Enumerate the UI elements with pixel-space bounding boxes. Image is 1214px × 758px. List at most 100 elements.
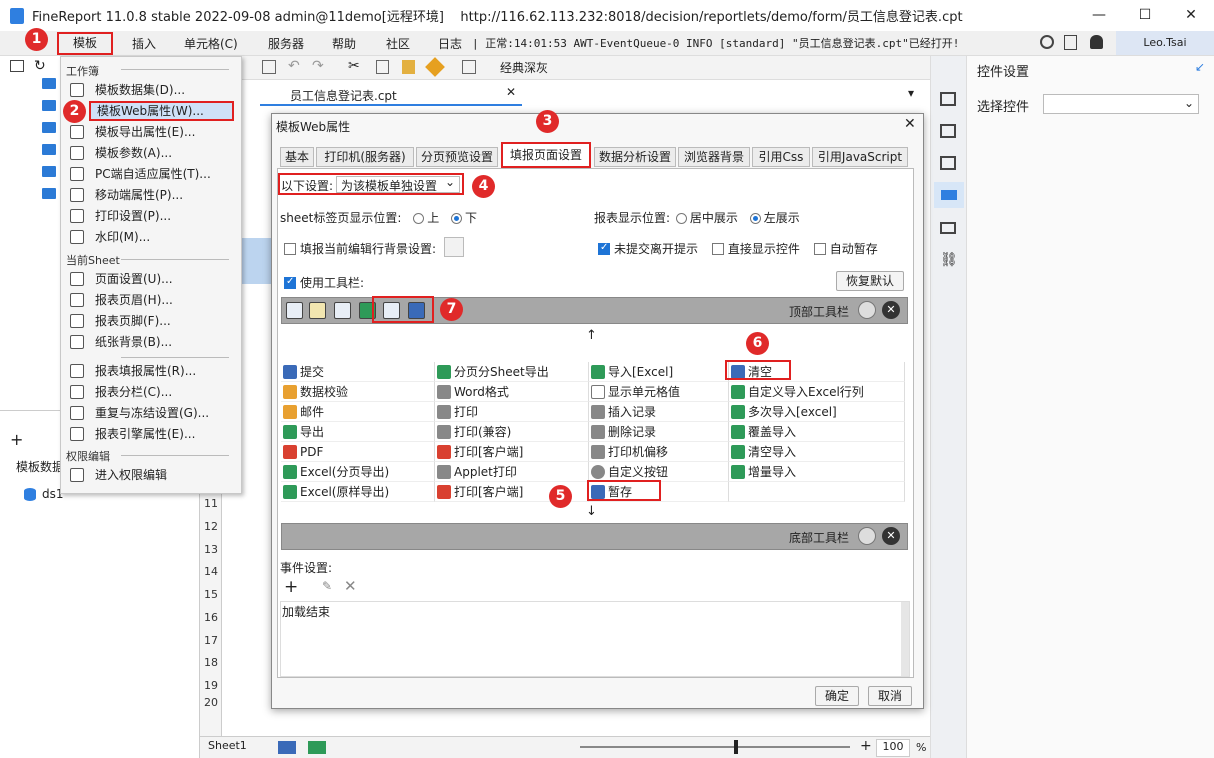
zoom-input[interactable]: 100 bbox=[876, 739, 910, 757]
menu-item-footer[interactable]: 报表页脚(F)... bbox=[65, 311, 235, 331]
option-printer-offset[interactable]: 打印机偏移 bbox=[589, 442, 729, 462]
radio-top[interactable] bbox=[413, 213, 425, 224]
show-widget-checkbox[interactable] bbox=[711, 243, 724, 255]
menu-item-mobile[interactable]: 移动端属性(P)... bbox=[65, 185, 235, 205]
menu-cell[interactable]: 单元格(C) bbox=[180, 34, 242, 54]
menu-item-dataset[interactable]: 模板数据集(D)... bbox=[65, 80, 235, 100]
tab-menu-icon[interactable]: ▾ bbox=[908, 86, 914, 100]
tab-paging[interactable]: 分页预览设置 bbox=[416, 147, 498, 167]
menu-item-permission[interactable]: 进入权限编辑 bbox=[65, 465, 235, 485]
cancel-button[interactable]: 取消 bbox=[868, 686, 912, 706]
menu-log[interactable]: 日志 bbox=[434, 34, 466, 54]
menu-item-header[interactable]: 报表页眉(H)... bbox=[65, 290, 235, 310]
copy-icon[interactable] bbox=[376, 60, 389, 74]
tab-css[interactable]: 引用Css bbox=[752, 147, 810, 167]
submit-icon[interactable] bbox=[286, 302, 303, 319]
tab-analysis[interactable]: 数据分析设置 bbox=[594, 147, 676, 167]
edit-event-icon[interactable]: ✎ bbox=[322, 579, 332, 593]
select-widget-dropdown[interactable]: ⌄ bbox=[1043, 94, 1199, 114]
option-clear-import[interactable]: 清空导入 bbox=[729, 442, 905, 462]
option-incremental-import[interactable]: 增量导入 bbox=[729, 462, 905, 482]
row-number[interactable]: 19 bbox=[200, 679, 222, 692]
bell-icon[interactable] bbox=[1090, 35, 1103, 49]
paint-bucket-icon[interactable] bbox=[444, 237, 464, 257]
new-folder-icon[interactable] bbox=[10, 60, 24, 72]
menu-insert[interactable]: 插入 bbox=[128, 34, 160, 54]
format-brush-icon[interactable] bbox=[425, 57, 445, 77]
paste-icon[interactable] bbox=[402, 60, 415, 74]
user-name[interactable]: Leo.Tsai bbox=[1116, 31, 1214, 55]
close-window-button[interactable]: ✕ bbox=[1168, 0, 1214, 31]
folder-icon[interactable] bbox=[42, 144, 56, 155]
unsubmitted-checkbox[interactable] bbox=[598, 242, 610, 255]
row-number[interactable]: 16 bbox=[200, 611, 222, 624]
file-tab[interactable]: 员工信息登记表.cpt ✕ bbox=[260, 82, 522, 106]
tab-printer[interactable]: 打印机(服务器) bbox=[316, 147, 414, 167]
remove-icon[interactable]: ✕ bbox=[882, 301, 900, 319]
close-tab-icon[interactable]: ✕ bbox=[506, 85, 516, 99]
row-number[interactable]: 13 bbox=[200, 543, 222, 556]
up-arrow-icon[interactable]: ↑ bbox=[586, 328, 597, 343]
restore-default-button[interactable]: 恢复默认 bbox=[836, 271, 904, 291]
event-item[interactable]: 加载结束 bbox=[282, 603, 330, 620]
option-export[interactable]: 导出 bbox=[281, 422, 435, 442]
zoom-slider-handle[interactable] bbox=[734, 740, 738, 754]
menu-item-freeze[interactable]: 重复与冻结设置(G)... bbox=[65, 403, 235, 423]
widget-settings-tab[interactable] bbox=[934, 182, 964, 208]
option-custom-button[interactable]: 自定义按钮 bbox=[589, 462, 729, 482]
option-multi-import[interactable]: 多次导入[excel] bbox=[729, 402, 905, 422]
menu-community[interactable]: 社区 bbox=[382, 34, 414, 54]
option-email[interactable]: 邮件 bbox=[281, 402, 435, 422]
option-validate[interactable]: 数据校验 bbox=[281, 382, 435, 402]
delete-event-icon[interactable]: ✕ bbox=[344, 577, 357, 595]
zoom-slider[interactable] bbox=[580, 746, 850, 748]
down-arrow-icon[interactable]: ↓ bbox=[586, 504, 597, 519]
collapse-icon[interactable]: ↙ bbox=[1195, 60, 1205, 74]
menu-item-columns[interactable]: 报表分栏(C)... bbox=[65, 382, 235, 402]
option-pdf[interactable]: PDF bbox=[281, 442, 435, 462]
option-word[interactable]: Word格式 bbox=[435, 382, 589, 402]
menu-template[interactable]: 模板 bbox=[57, 32, 114, 55]
event-scrollbar[interactable] bbox=[901, 602, 909, 676]
folder-icon[interactable] bbox=[42, 78, 56, 89]
option-print-compat[interactable]: 打印(兼容) bbox=[435, 422, 589, 442]
folder-icon[interactable] bbox=[42, 166, 56, 177]
tab-browser-bg[interactable]: 浏览器背景 bbox=[678, 147, 750, 167]
option-applet-print[interactable]: Applet打印 bbox=[435, 462, 589, 482]
menu-server[interactable]: 服务器 bbox=[264, 34, 308, 54]
row-number[interactable]: 11 bbox=[200, 497, 222, 510]
menu-item-page-setup[interactable]: 页面设置(U)... bbox=[65, 269, 235, 289]
radio-left[interactable] bbox=[749, 213, 761, 224]
tab-basic[interactable]: 基本 bbox=[280, 147, 314, 167]
row-number[interactable]: 20 bbox=[200, 696, 222, 709]
form-icon[interactable] bbox=[940, 222, 956, 234]
option-show-cell-value[interactable]: 显示单元格值 bbox=[589, 382, 729, 402]
option-excel-paged[interactable]: Excel(分页导出) bbox=[281, 462, 435, 482]
gear-icon[interactable] bbox=[858, 301, 876, 319]
option-overwrite-import[interactable]: 覆盖导入 bbox=[729, 422, 905, 442]
text-icon[interactable] bbox=[462, 60, 476, 74]
tab-javascript[interactable]: 引用JavaScript bbox=[812, 147, 908, 167]
option-excel-original[interactable]: Excel(原样导出) bbox=[281, 482, 435, 502]
autosave-checkbox[interactable] bbox=[813, 243, 826, 255]
add-event-icon[interactable]: + bbox=[284, 577, 298, 597]
condition-icon[interactable] bbox=[940, 156, 956, 170]
menu-item-export-attr[interactable]: 模板导出属性(E)... bbox=[65, 122, 235, 142]
menu-item-web-attr[interactable]: 模板Web属性(W)... bbox=[89, 101, 234, 121]
menu-item-print[interactable]: 打印设置(P)... bbox=[65, 206, 235, 226]
cell-attr-icon[interactable] bbox=[940, 92, 956, 106]
fill-bg-checkbox[interactable] bbox=[284, 243, 296, 255]
dialog-close-icon[interactable]: ✕ bbox=[904, 116, 916, 132]
row-number[interactable]: 18 bbox=[200, 656, 222, 669]
notes-icon[interactable] bbox=[1064, 35, 1077, 50]
cut-icon[interactable]: ✂ bbox=[348, 58, 360, 74]
menu-item-watermark[interactable]: 水印(M)... bbox=[65, 227, 235, 247]
menu-item-paper-bg[interactable]: 纸张背景(B)... bbox=[65, 332, 235, 352]
cell-element-icon[interactable] bbox=[940, 124, 956, 138]
menu-item-pc-adapt[interactable]: PC端自适应属性(T)... bbox=[65, 164, 235, 184]
folder-icon[interactable] bbox=[42, 188, 56, 199]
add-sheet-icon[interactable] bbox=[278, 741, 296, 754]
option-sheet-export[interactable]: 分页分Sheet导出 bbox=[435, 362, 589, 382]
option-insert-record[interactable]: 插入记录 bbox=[589, 402, 729, 422]
minimize-button[interactable]: — bbox=[1076, 0, 1122, 31]
